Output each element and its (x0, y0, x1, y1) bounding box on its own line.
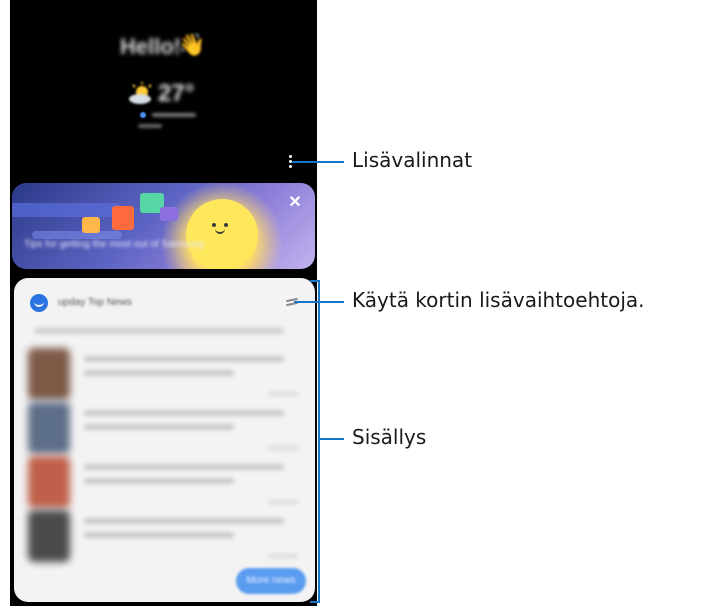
news-item-text (84, 464, 284, 470)
content-bracket (310, 280, 320, 603)
location-text (152, 113, 196, 117)
more-news-button[interactable]: More news (236, 568, 306, 594)
news-item-meta (268, 554, 298, 558)
news-item-meta (268, 500, 298, 504)
news-item-meta (268, 446, 298, 450)
update-time-text (138, 124, 162, 128)
sun-eye (212, 223, 216, 227)
news-list-item[interactable] (28, 348, 308, 406)
smiling-sun-icon (186, 199, 258, 269)
news-card[interactable]: upday Top News More news (14, 278, 315, 602)
news-thumbnail (28, 456, 70, 508)
news-item-text (84, 478, 234, 484)
more-options-callout-line (292, 161, 344, 163)
document-icon (112, 206, 134, 230)
news-item-meta (268, 392, 298, 396)
banner-decoration (12, 203, 122, 217)
tips-banner-text: Tips for getting the most out of Samsung (24, 239, 204, 250)
video-icon (82, 217, 100, 233)
news-headline[interactable] (34, 328, 284, 334)
phone-screen: Hello! 👋 27° Tips for getting the most o… (10, 0, 317, 606)
news-list-item[interactable] (28, 510, 308, 568)
upday-logo-icon (30, 294, 48, 312)
greeting-text: Hello! (120, 34, 182, 59)
news-item-text (84, 370, 234, 376)
temperature-text: 27° (158, 80, 195, 107)
news-item-text (84, 518, 284, 524)
partly-cloudy-icon (129, 82, 152, 104)
news-list-item[interactable] (28, 402, 308, 460)
more-options-label: Lisävalinnat (352, 148, 473, 172)
news-thumbnail (28, 348, 70, 400)
waving-hand-icon: 👋 (178, 32, 206, 57)
news-list-item[interactable] (28, 456, 308, 514)
card-options-label: Käytä kortin lisävaihtoehtoja. (352, 288, 645, 312)
news-thumbnail (28, 402, 70, 454)
banner-decoration (32, 231, 122, 239)
content-label: Sisällys (352, 425, 427, 449)
news-thumbnail (28, 510, 70, 562)
close-icon[interactable]: ✕ (288, 195, 302, 211)
news-item-text (84, 424, 234, 430)
content-callout-line (320, 438, 344, 440)
location-pin-icon (140, 112, 146, 118)
news-item-text (84, 410, 284, 416)
tips-banner[interactable]: Tips for getting the most out of Samsung… (12, 183, 315, 269)
sun-eye (224, 223, 228, 227)
news-card-title: upday Top News (58, 297, 132, 308)
music-icon (160, 207, 178, 221)
news-item-text (84, 532, 234, 538)
news-item-text (84, 356, 284, 362)
